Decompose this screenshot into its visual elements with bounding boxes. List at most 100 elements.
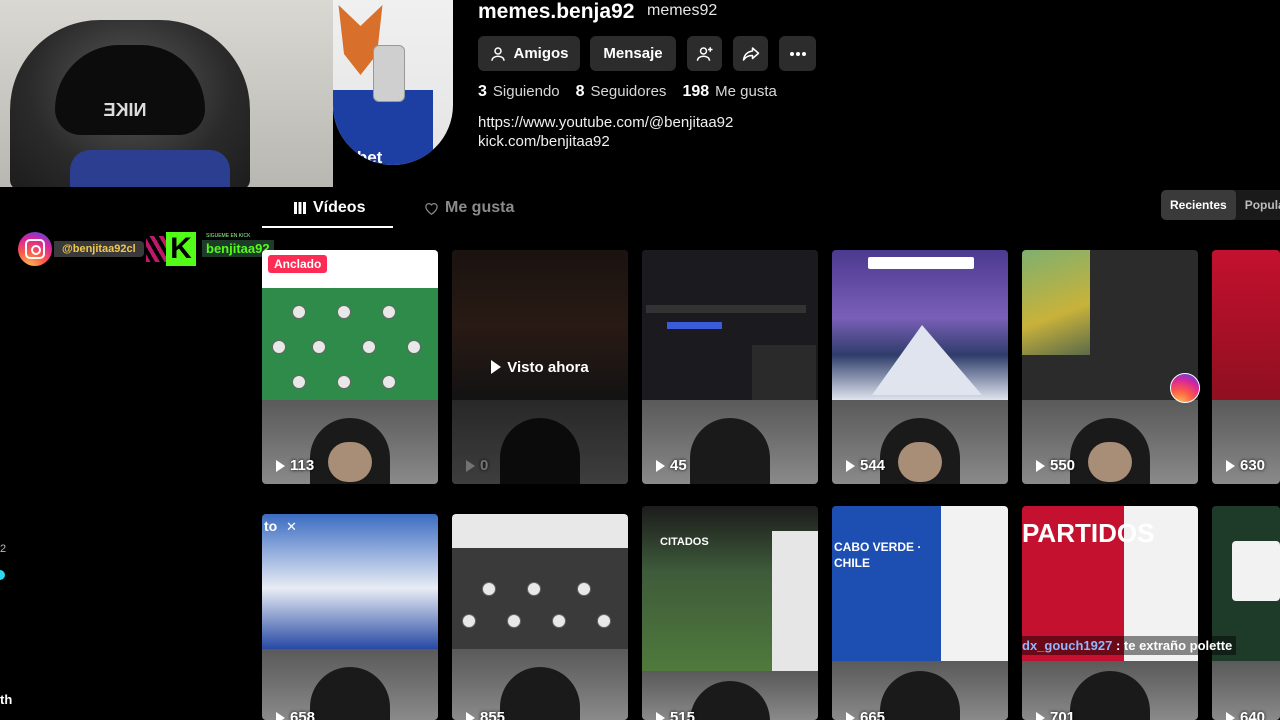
instagram-overlay: @benjitaa92cl [18,232,174,266]
thumbnail-text: CITADOS [660,536,709,548]
player-dot [552,614,566,628]
thumbnail-text: PARTIDOS [1022,518,1155,548]
chat-message: dx_gouch1927 : te extraño polette [1018,636,1237,655]
pinned-badge: Anclado [268,255,328,273]
phone-icon [373,45,405,102]
share-button[interactable] [733,36,768,71]
player-dot [407,340,421,354]
play-icon [846,711,855,720]
player-dot [382,375,396,389]
video-thumbnail [1022,250,1198,400]
player-dot [527,582,541,596]
video-thumbnail: to ✕ [262,514,438,649]
player-dot [292,305,306,319]
kick-link[interactable]: kick.com/benjitaa92 [478,133,610,150]
likes-count: 198 [682,83,710,100]
shirt [70,150,230,187]
video-card[interactable]: Anclado 113 [262,250,438,484]
thumbnail-text: to [264,518,278,534]
player-dot [312,340,326,354]
video-card[interactable]: 544 [832,250,1008,484]
watched-label: Visto ahora [507,358,589,376]
more-icon [789,51,806,56]
view-count: 665 [846,709,885,720]
video-card[interactable]: CABO VERDE · CHILE 665 [832,506,1008,720]
play-icon [1226,711,1235,720]
close-icon: ✕ [286,519,297,534]
player-dot [482,582,496,596]
friends-button[interactable]: Amigos [478,36,580,71]
video-card[interactable]: 550 [1022,250,1198,484]
view-count-value: 640 [1240,709,1266,720]
more-options-button[interactable] [779,36,816,71]
video-thumbnail [832,250,1008,400]
lineup-header [452,514,628,548]
youtube-link[interactable]: https://www.youtube.com/@benjitaa92 [478,114,733,131]
play-icon [656,711,665,720]
sort-toggle: Recientes Popula [1161,190,1280,220]
message-button[interactable]: Mensaje [590,36,676,71]
profile-avatar[interactable]: gabet [333,0,453,165]
view-count: 113 [276,457,314,474]
player-dot [272,340,286,354]
player-dot [337,375,351,389]
tab-videos-label: Vídeos [313,199,366,216]
view-count: 640 [1226,709,1265,720]
streamer-webcam: NIKE [0,0,333,187]
view-count-value: 701 [1050,709,1076,720]
tab-videos[interactable]: Vídeos [293,199,365,217]
view-count-value: 665 [860,709,886,720]
video-card[interactable]: CITADOS 515 [642,506,818,720]
suggest-account-button[interactable] [687,36,722,71]
player-dot [382,305,396,319]
followers-label: Seguidores [590,83,667,100]
cap-logo: NIKE [103,100,147,120]
profile-username: memes.benja92 [478,0,635,23]
profile-nickname: memes92 [647,2,718,19]
following-stat[interactable]: 3 Siguiendo [478,83,560,101]
play-icon [276,459,285,472]
video-thumbnail: CABO VERDE · CHILE [832,506,1008,661]
video-card[interactable]: 0 Visto ahora [452,250,628,484]
view-count-value: 658 [290,709,316,720]
play-icon [1036,711,1045,720]
video-card[interactable]: to ✕ 658 [262,514,438,720]
view-count-value: 550 [1050,457,1076,474]
instagram-handle: @benjitaa92cl [54,241,144,257]
player-dot [507,614,521,628]
left-fragment: 2 [0,543,7,555]
view-count: 550 [1036,457,1075,474]
tab-liked-label: Me gusta [445,199,515,216]
play-icon [1036,459,1045,472]
view-count: 658 [276,709,315,720]
likes-stat: 198 Me gusta [682,83,776,101]
followers-count: 8 [575,83,585,100]
video-card[interactable]: 630 [1212,250,1280,484]
heart-icon [425,203,438,215]
watched-overlay: Visto ahora [452,250,628,484]
view-count-value: 630 [1240,457,1266,474]
video-card[interactable]: 640 [1212,506,1280,720]
play-icon [846,459,855,472]
followers-stat[interactable]: 8 Seguidores [576,83,667,101]
chat-username: dx_gouch1927 [1022,638,1113,653]
tab-liked[interactable]: Me gusta [424,199,514,217]
message-button-label: Mensaje [603,45,663,62]
profile-stats: 3 Siguiendo 8 Seguidores 198 Me gusta [478,83,777,101]
sort-recent-button[interactable]: Recientes [1161,190,1236,220]
play-icon [466,711,475,720]
video-card[interactable]: 45 [642,250,818,484]
instagram-icon [1170,373,1200,403]
player-dot [577,582,591,596]
chat-text: : te extraño polette [1115,638,1233,653]
view-count-value: 113 [290,457,315,474]
view-count: 701 [1036,709,1075,720]
view-count-value: 45 [670,457,687,474]
video-card[interactable]: 855 [452,514,628,720]
video-card[interactable]: PARTIDOS 701 [1022,506,1198,720]
player-dot [597,614,611,628]
kick-tag: SIGUEME EN KICK [206,233,251,239]
thumbnail-text: CABO VERDE · CHILE [834,540,922,570]
active-tab-indicator [262,226,393,228]
sort-popular-button[interactable]: Popula [1236,190,1280,220]
